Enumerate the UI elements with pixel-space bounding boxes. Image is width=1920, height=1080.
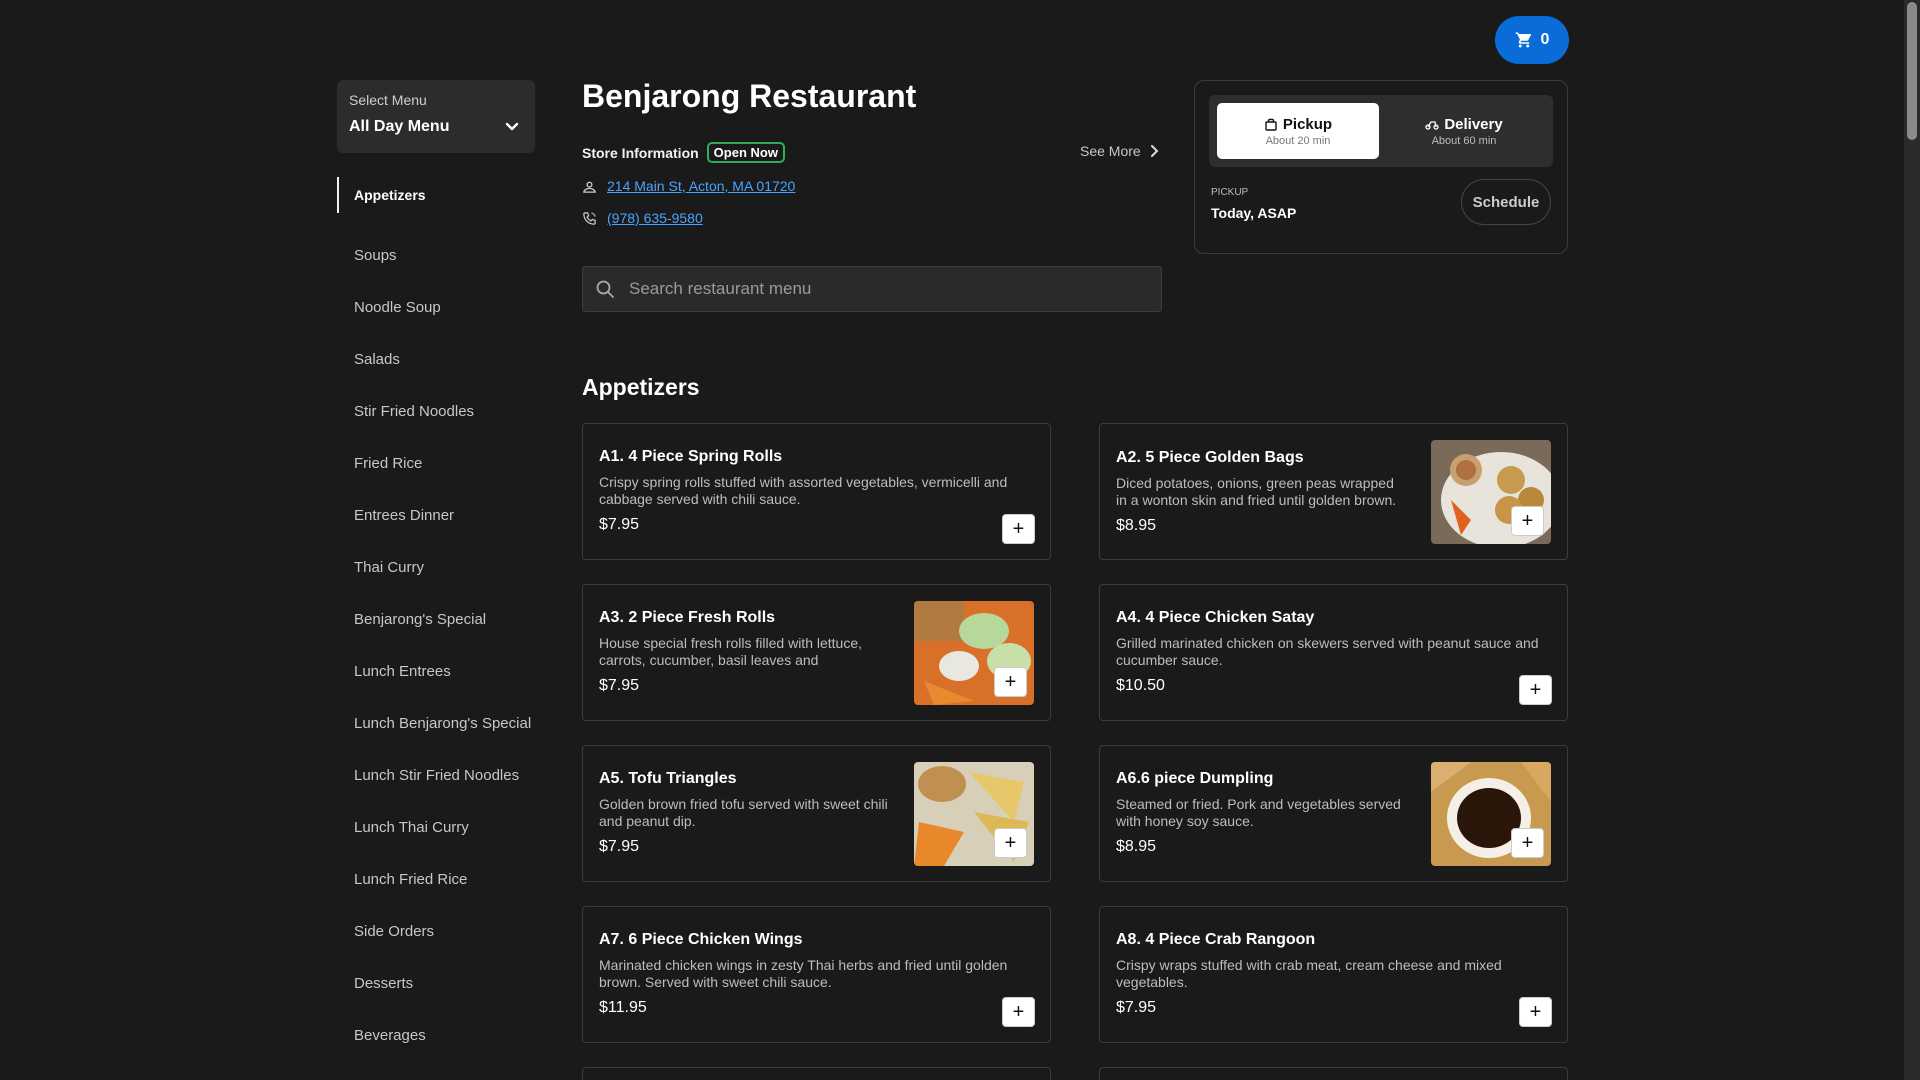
item-description: Crispy spring rolls stuffed with assorte… <box>599 474 1008 507</box>
menu-select-label: Select Menu <box>349 92 427 108</box>
scooter-icon <box>1425 121 1439 130</box>
category-item-thai-curry[interactable]: Thai Curry <box>337 541 547 593</box>
category-item-side-orders[interactable]: Side Orders <box>337 905 547 957</box>
add-item-button[interactable]: + <box>1520 998 1551 1026</box>
order-options-panel: Pickup About 20 min Delivery About 60 mi… <box>1194 80 1568 254</box>
add-item-button[interactable]: + <box>1512 829 1543 857</box>
item-name: A3. 2 Piece Fresh Rolls <box>599 609 776 626</box>
add-item-button[interactable]: + <box>1520 676 1551 704</box>
menu-item-card[interactable]: A7. 6 Piece Chicken Wings Marinated chic… <box>582 906 1051 1043</box>
item-price: $10.50 <box>1116 677 1165 694</box>
open-status-badge: Open Now <box>706 142 785 163</box>
cart-count: 0 <box>1540 31 1550 48</box>
chevron-down-icon <box>505 122 519 131</box>
add-item-button[interactable]: + <box>995 668 1026 696</box>
category-item-lunch-stir-fried-noodles[interactable]: Lunch Stir Fried Noodles <box>337 749 547 801</box>
fulfillment-toggle: Pickup About 20 min Delivery About 60 mi… <box>1209 95 1553 167</box>
category-item-noodle-soup[interactable]: Noodle Soup <box>337 281 547 333</box>
delivery-label: Delivery <box>1444 115 1503 133</box>
category-item-entrees-dinner[interactable]: Entrees Dinner <box>337 489 547 541</box>
location-pin-icon <box>583 181 596 193</box>
add-item-button[interactable]: + <box>1512 507 1543 535</box>
menu-item-card[interactable]: A3. 2 Piece Fresh Rolls House special fr… <box>582 584 1051 721</box>
category-item-lunch-benjarongs-special[interactable]: Lunch Benjarong's Special <box>337 697 547 749</box>
item-description: Crispy wraps stuffed with crab meat, cre… <box>1116 957 1502 990</box>
category-item-stir-fried-noodles[interactable]: Stir Fried Noodles <box>337 385 547 437</box>
shopping-bag-icon <box>1265 118 1277 131</box>
chevron-right-icon <box>1150 145 1159 157</box>
category-item-fried-rice[interactable]: Fried Rice <box>337 437 547 489</box>
menu-item-card[interactable]: A5. Tofu Triangles Golden brown fried to… <box>582 745 1051 882</box>
search-icon <box>596 280 614 298</box>
menu-item-card[interactable]: A8. 4 Piece Crab Rangoon Crispy wraps st… <box>1099 906 1568 1043</box>
pickup-label: Pickup <box>1282 115 1333 133</box>
item-name: A4. 4 Piece Chicken Satay <box>1116 609 1315 626</box>
phone-line: (978) 635-9580 <box>582 210 703 226</box>
restaurant-title: Benjarong Restaurant <box>582 78 917 114</box>
fulfillment-mode-caption: PICKUP <box>1211 187 1249 198</box>
item-description: Diced potatoes, onions, green peas wrapp… <box>1116 475 1397 508</box>
scrollbar-thumb[interactable] <box>1907 2 1917 140</box>
item-description: Golden brown fried tofu served with swee… <box>599 796 888 829</box>
phone-icon <box>583 211 596 225</box>
pickup-estimate: About 20 min <box>1265 134 1331 147</box>
item-description: Steamed or fried. Pork and vegetables se… <box>1116 796 1401 829</box>
item-price: $7.95 <box>599 838 640 855</box>
item-name: A8. 4 Piece Crab Rangoon <box>1116 931 1316 948</box>
item-price: $8.95 <box>1116 838 1157 855</box>
menu-item-card[interactable]: A1. 4 Piece Spring Rolls Crispy spring r… <box>582 423 1051 560</box>
item-name: A2. 5 Piece Golden Bags <box>1116 449 1304 466</box>
cart-button[interactable]: 0 <box>1495 16 1569 64</box>
add-item-button[interactable]: + <box>1003 515 1034 543</box>
category-item-lunch-thai-curry[interactable]: Lunch Thai Curry <box>337 801 547 853</box>
store-information: Store Information Open Now <box>582 142 785 163</box>
address-link[interactable]: 214 Main St, Acton, MA 01720 <box>607 178 795 194</box>
item-price: $11.95 <box>599 999 647 1016</box>
menu-select-value: All Day Menu <box>349 118 450 135</box>
menu-item-card[interactable]: A6.6 piece Dumpling Steamed or fried. Po… <box>1099 745 1568 882</box>
item-name: A5. Tofu Triangles <box>599 770 737 787</box>
item-price: $7.95 <box>599 677 640 694</box>
item-description: Grilled marinated chicken on skewers ser… <box>1116 635 1539 668</box>
item-name: A6.6 piece Dumpling <box>1116 770 1274 787</box>
item-price: $7.95 <box>599 516 640 533</box>
schedule-button[interactable]: Schedule <box>1461 179 1551 225</box>
category-nav: Appetizers Soups Noodle Soup Salads Stir… <box>337 177 547 1061</box>
delivery-estimate: About 60 min <box>1431 134 1497 147</box>
add-item-button[interactable]: + <box>995 829 1026 857</box>
cart-icon <box>1515 32 1531 48</box>
menu-item-card[interactable]: A4. 4 Piece Chicken Satay Grilled marina… <box>1099 584 1568 721</box>
menu-select-dropdown[interactable]: Select Menu All Day Menu <box>337 80 535 153</box>
category-item-benjarongs-special[interactable]: Benjarong's Special <box>337 593 547 645</box>
category-item-beverages[interactable]: Beverages <box>337 1009 547 1061</box>
menu-item-card-partial[interactable] <box>1099 1067 1568 1080</box>
item-price: $7.95 <box>1116 999 1157 1016</box>
category-item-desserts[interactable]: Desserts <box>337 957 547 1009</box>
phone-link[interactable]: (978) 635-9580 <box>607 210 703 226</box>
menu-item-card-partial[interactable] <box>582 1067 1051 1080</box>
item-price: $8.95 <box>1116 517 1157 534</box>
address-line: 214 Main St, Acton, MA 01720 <box>582 178 795 194</box>
item-name: A7. 6 Piece Chicken Wings <box>599 931 803 948</box>
fulfillment-time: Today, ASAP <box>1211 205 1297 221</box>
delivery-option[interactable]: Delivery About 60 min <box>1383 103 1545 159</box>
item-description: House special fresh rolls filled with le… <box>599 635 863 668</box>
search-input[interactable] <box>627 278 1161 300</box>
pickup-option[interactable]: Pickup About 20 min <box>1217 103 1379 159</box>
search-bar <box>582 266 1162 312</box>
see-more-link[interactable]: See More <box>1080 143 1159 159</box>
category-item-appetizers[interactable]: Appetizers <box>337 177 547 213</box>
see-more-label: See More <box>1080 143 1141 159</box>
category-item-salads[interactable]: Salads <box>337 333 547 385</box>
add-item-button[interactable]: + <box>1003 998 1034 1026</box>
item-description: Marinated chicken wings in zesty Thai he… <box>599 957 1008 990</box>
category-item-soups[interactable]: Soups <box>337 229 547 281</box>
section-title: Appetizers <box>582 374 700 400</box>
category-item-lunch-fried-rice[interactable]: Lunch Fried Rice <box>337 853 547 905</box>
menu-item-card[interactable]: A2. 5 Piece Golden Bags Diced potatoes, … <box>1099 423 1568 560</box>
item-name: A1. 4 Piece Spring Rolls <box>599 448 783 465</box>
store-information-label: Store Information <box>582 144 699 161</box>
page-scrollbar[interactable] <box>1904 0 1920 1080</box>
category-item-lunch-entrees[interactable]: Lunch Entrees <box>337 645 547 697</box>
